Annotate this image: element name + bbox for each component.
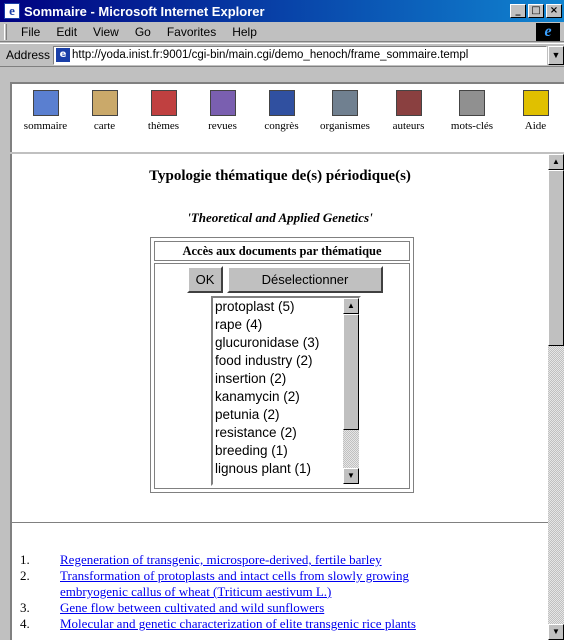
menu-bar: File Edit View Go Favorites Help e bbox=[0, 22, 564, 42]
scroll-thumb[interactable] bbox=[548, 170, 564, 346]
nav-item-label[interactable]: congrès bbox=[264, 120, 298, 132]
nav-item-keywords[interactable]: mots-clés bbox=[438, 90, 506, 132]
result-link[interactable]: Transformation of protoplasts and intact… bbox=[60, 568, 409, 584]
minimize-button[interactable]: _ bbox=[510, 4, 526, 18]
content-scrollbar[interactable]: ▲ ▼ bbox=[548, 154, 564, 640]
address-bar: Address e http://yoda.inist.fr:9001/cgi-… bbox=[0, 43, 564, 67]
section-divider bbox=[12, 522, 550, 524]
deselect-button[interactable]: Déselectionner bbox=[227, 266, 383, 293]
menu-file[interactable]: File bbox=[13, 25, 48, 39]
result-link[interactable]: Regeneration of transgenic, microspore-d… bbox=[60, 552, 382, 568]
result-number: 2. bbox=[20, 568, 30, 583]
address-url[interactable]: http://yoda.inist.fr:9001/cgi-bin/main.c… bbox=[72, 49, 468, 61]
menubar-grip bbox=[4, 23, 7, 40]
theme-option[interactable]: petunia (2) bbox=[215, 406, 280, 424]
listbox-scroll-thumb[interactable] bbox=[343, 314, 359, 430]
nav-item-label[interactable]: organismes bbox=[320, 120, 370, 132]
map-icon[interactable] bbox=[91, 90, 118, 116]
maximize-button[interactable]: □ bbox=[528, 4, 544, 18]
nav-frame: sommaire carte thèmes revues congrès organism… bbox=[10, 82, 564, 152]
nav-item-congress[interactable]: congrès bbox=[252, 90, 311, 132]
congress-icon[interactable] bbox=[268, 90, 295, 116]
theme-option[interactable]: protoplast (5) bbox=[215, 298, 295, 316]
nav-item-label[interactable]: sommaire bbox=[24, 120, 67, 132]
nav-item-themes[interactable]: thèmes bbox=[134, 90, 193, 132]
keywords-icon[interactable] bbox=[459, 90, 485, 116]
page-title: Typologie thématique de(s) périodique(s) bbox=[149, 168, 411, 184]
theme-option[interactable]: glucuronidase (3) bbox=[215, 334, 319, 352]
nav-item-map[interactable]: carte bbox=[75, 90, 134, 132]
address-dropdown-button[interactable]: ▼ bbox=[548, 45, 564, 65]
address-input[interactable]: e http://yoda.inist.fr:9001/cgi-bin/main… bbox=[53, 45, 547, 65]
menu-help[interactable]: Help bbox=[224, 25, 265, 39]
menu-edit[interactable]: Edit bbox=[48, 25, 85, 39]
theme-option[interactable]: breeding (1) bbox=[215, 442, 288, 460]
nav-item-label[interactable]: mots-clés bbox=[451, 120, 493, 132]
nav-item-organisations[interactable]: organismes bbox=[311, 90, 379, 132]
theme-option[interactable]: rape (4) bbox=[215, 316, 262, 334]
nav-toolbar: sommaire carte thèmes revues congrès organism… bbox=[16, 90, 564, 132]
result-number: 4. bbox=[20, 616, 30, 631]
nav-item-authors[interactable]: auteurs bbox=[379, 90, 438, 132]
theme-option[interactable]: resistance (2) bbox=[215, 424, 297, 442]
content-frame: Typologie thématique de(s) périodique(s)… bbox=[10, 154, 564, 640]
journals-icon[interactable] bbox=[209, 90, 236, 116]
nav-item-label[interactable]: revues bbox=[208, 120, 237, 132]
nav-item-label[interactable]: Aide bbox=[525, 120, 546, 132]
address-label: Address bbox=[6, 48, 51, 62]
ie-page-icon: e bbox=[4, 3, 20, 19]
result-link[interactable]: embryogenic callus of wheat (Triticum ae… bbox=[60, 584, 331, 600]
journal-title: 'Theoretical and Applied Genetics' bbox=[187, 210, 373, 225]
nav-item-journals[interactable]: revues bbox=[193, 90, 252, 132]
nav-item-label[interactable]: thèmes bbox=[148, 120, 179, 132]
ie-logo-icon: e bbox=[536, 22, 560, 41]
menu-go[interactable]: Go bbox=[127, 25, 159, 39]
scroll-down-button[interactable]: ▼ bbox=[548, 624, 564, 640]
sommaire-icon[interactable] bbox=[32, 90, 59, 116]
themes-icon[interactable] bbox=[150, 90, 177, 116]
listbox-scroll-up-button[interactable]: ▲ bbox=[343, 298, 359, 314]
nav-item-sommaire[interactable]: sommaire bbox=[16, 90, 75, 132]
title-bar: e Sommaire - Microsoft Internet Explorer… bbox=[0, 0, 564, 22]
thematic-access-table: Accès aux documents par thématique OK Dé… bbox=[150, 237, 414, 493]
menu-favorites[interactable]: Favorites bbox=[159, 25, 224, 39]
organisations-icon[interactable] bbox=[332, 90, 358, 116]
theme-option[interactable]: lignous plant (1) bbox=[215, 460, 311, 478]
nav-item-help[interactable]: Aide bbox=[506, 90, 564, 132]
menu-view[interactable]: View bbox=[85, 25, 127, 39]
nav-item-label[interactable]: carte bbox=[94, 120, 115, 132]
access-cell: OK Déselectionner lignous plant (1) breed… bbox=[154, 263, 410, 489]
nav-item-label[interactable]: auteurs bbox=[393, 120, 425, 132]
theme-listbox[interactable]: lignous plant (1) breeding (1) resistance … bbox=[211, 296, 361, 486]
result-number: 3. bbox=[20, 600, 30, 615]
access-header: Accès aux documents par thématique bbox=[154, 241, 410, 261]
close-button[interactable]: × bbox=[546, 4, 562, 18]
ok-button[interactable]: OK bbox=[187, 266, 223, 293]
scroll-up-button[interactable]: ▲ bbox=[548, 154, 564, 170]
result-link[interactable]: Molecular and genetic characterization o… bbox=[60, 616, 416, 632]
listbox-scroll-down-button[interactable]: ▼ bbox=[343, 468, 359, 484]
result-number: 1. bbox=[20, 552, 30, 567]
theme-option[interactable]: insertion (2) bbox=[215, 370, 286, 388]
authors-icon[interactable] bbox=[395, 90, 422, 116]
result-link[interactable]: Gene flow between cultivated and wild su… bbox=[60, 600, 324, 616]
window-title: Sommaire - Microsoft Internet Explorer bbox=[24, 3, 265, 19]
theme-option[interactable]: food industry (2) bbox=[215, 352, 313, 370]
help-icon[interactable] bbox=[522, 90, 549, 116]
theme-option[interactable]: kanamycin (2) bbox=[215, 388, 300, 406]
page-icon: e bbox=[56, 48, 71, 62]
listbox-scrollbar[interactable]: ▲ ▼ bbox=[343, 298, 359, 484]
